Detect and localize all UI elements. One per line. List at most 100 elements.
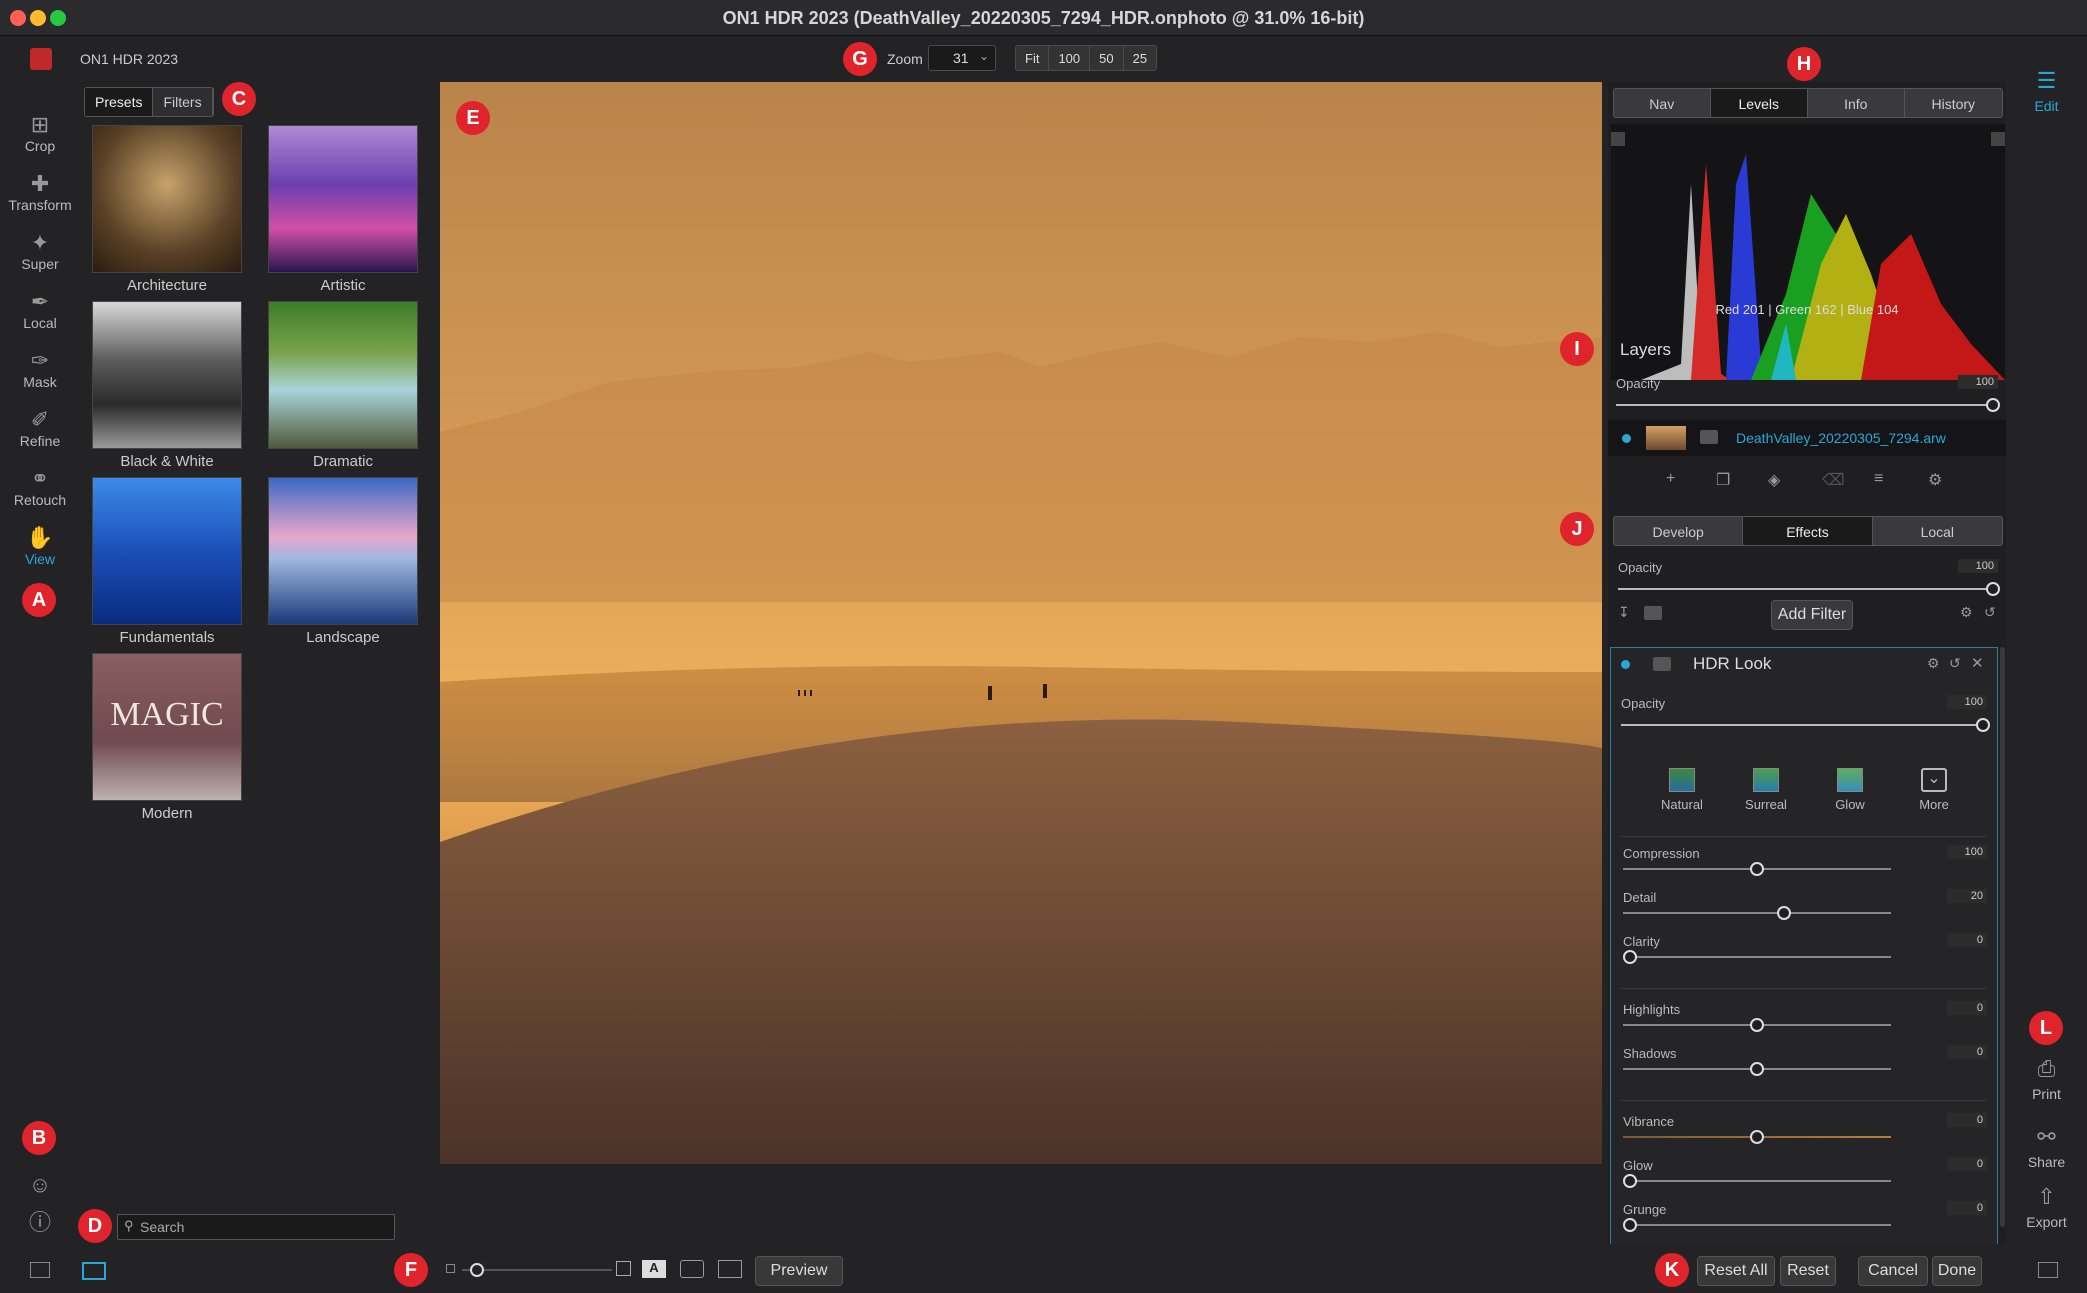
reset-all-button[interactable]: Reset All [1697, 1256, 1775, 1286]
reset-button[interactable]: Reset [1780, 1256, 1836, 1286]
compare-view-icon[interactable] [718, 1260, 742, 1278]
look-surreal[interactable]: Surreal [1735, 768, 1797, 812]
look-natural[interactable]: Natural [1651, 768, 1713, 812]
share-button[interactable]: ⚯ Share [2006, 1124, 2087, 1170]
add-filter-button[interactable]: Add Filter [1771, 600, 1853, 630]
zoom-100-button[interactable]: 100 [1049, 46, 1091, 70]
slider-knob[interactable] [1623, 1218, 1637, 1232]
highlight-clip-icon[interactable] [1991, 132, 2005, 146]
tab-info[interactable]: Info [1808, 89, 1905, 117]
slider-value[interactable]: 0 [1947, 933, 1987, 947]
look-more[interactable]: ⌄ More [1903, 768, 1965, 812]
tool-view[interactable]: ✋ View [0, 525, 80, 567]
slider-value[interactable]: 0 [1947, 1113, 1987, 1127]
filter-opacity-track[interactable] [1621, 724, 1986, 726]
tab-develop[interactable]: Develop [1614, 517, 1744, 545]
effects-opacity-value[interactable]: 100 [1958, 559, 1998, 573]
tool-crop[interactable]: ⊞ Crop [0, 112, 80, 154]
tab-local[interactable]: Local [1873, 517, 2002, 545]
tab-presets[interactable]: Presets [85, 88, 154, 116]
slider-knob[interactable] [1750, 1062, 1764, 1076]
slider-knob[interactable] [1750, 1018, 1764, 1032]
tool-refine[interactable]: ✐ Refine [0, 407, 80, 449]
help-button[interactable]: ⓘ [0, 1210, 80, 1236]
save-preset-icon[interactable]: ↧ [1618, 604, 1630, 621]
panel-scrollbar[interactable] [2000, 647, 2005, 1227]
layer-row[interactable]: DeathValley_20220305_7294.arw [1608, 420, 2006, 456]
slider-value[interactable]: 0 [1947, 1157, 1987, 1171]
filter-visibility-icon[interactable] [1621, 660, 1630, 669]
slider-knob[interactable] [1750, 862, 1764, 876]
effects-mask-icon[interactable] [1644, 606, 1662, 620]
visibility-dot-icon[interactable] [1622, 434, 1631, 443]
preset-artistic[interactable]: Artistic [268, 125, 418, 294]
slider-track[interactable] [1623, 1180, 1891, 1182]
tool-mask[interactable]: ✑ Mask [0, 348, 80, 390]
shadow-clip-icon[interactable] [1611, 132, 1625, 146]
export-button[interactable]: ⇧ Export [2006, 1184, 2087, 1230]
done-button[interactable]: Done [1932, 1256, 1982, 1286]
slider-value[interactable]: 0 [1947, 1045, 1987, 1059]
duplicate-layer-icon[interactable]: ❐ [1716, 470, 1730, 490]
zoom-select[interactable]: 31 ⌄ [928, 45, 996, 71]
preset-search-input[interactable]: ⚲ Search [117, 1214, 395, 1240]
tab-filters[interactable]: Filters [153, 88, 213, 116]
preset-landscape[interactable]: Landscape [268, 477, 418, 646]
tool-local[interactable]: ✒ Local [0, 289, 80, 331]
effects-reset-icon[interactable]: ↺ [1984, 604, 1996, 621]
filter-opacity-value[interactable]: 100 [1947, 695, 1987, 709]
tool-super[interactable]: ✦ Super [0, 230, 80, 272]
effects-opacity-knob[interactable] [1986, 582, 2000, 596]
print-button[interactable]: ⎙ Print [2006, 1056, 2087, 1102]
effects-settings-icon[interactable]: ⚙ [1960, 604, 1973, 621]
layers-opacity-track[interactable] [1616, 404, 1996, 406]
overlay-icon[interactable]: A [642, 1260, 666, 1278]
slider-track[interactable] [1623, 956, 1891, 958]
slider-knob[interactable] [1750, 1130, 1764, 1144]
toggle-right-panel-icon[interactable] [2038, 1262, 2058, 1278]
layers-opacity-knob[interactable] [1986, 398, 2000, 412]
preset-modern[interactable]: MAGIC Modern [92, 653, 242, 822]
slider-track[interactable] [1623, 912, 1891, 914]
filter-reset-icon[interactable]: ↺ [1949, 655, 1961, 672]
look-glow[interactable]: Glow [1819, 768, 1881, 812]
preset-architecture[interactable]: Architecture [92, 125, 242, 294]
slider-value[interactable]: 20 [1947, 889, 1987, 903]
slider-track[interactable] [1623, 1224, 1891, 1226]
mask-icon[interactable] [1700, 430, 1718, 444]
preview-button[interactable]: Preview [755, 1256, 843, 1286]
merge-layers-icon[interactable]: ≡ [1874, 470, 1883, 488]
slider-value[interactable]: 100 [1947, 845, 1987, 859]
slider-value[interactable]: 0 [1947, 1001, 1987, 1015]
edit-module-button[interactable]: ☰ Edit [2006, 68, 2087, 114]
slider-value[interactable]: 0 [1947, 1201, 1987, 1215]
delete-layer-icon[interactable]: ⌫ [1822, 470, 1845, 490]
layers-opacity-value[interactable]: 100 [1958, 375, 1998, 389]
slider-knob[interactable] [1623, 1174, 1637, 1188]
account-button[interactable]: ☺ [0, 1172, 80, 1198]
thumb-size-knob[interactable] [470, 1263, 484, 1277]
toggle-browser-icon[interactable] [82, 1262, 106, 1280]
fill-layer-icon[interactable]: ◈ [1768, 470, 1780, 490]
tab-effects[interactable]: Effects [1743, 517, 1873, 545]
thumb-size-track[interactable] [462, 1269, 612, 1271]
mask-view-icon[interactable] [680, 1260, 704, 1278]
layer-settings-icon[interactable]: ⚙ [1928, 470, 1942, 490]
zoom-fit-button[interactable]: Fit [1016, 46, 1050, 70]
image-canvas[interactable] [440, 82, 1602, 1164]
filter-settings-icon[interactable]: ⚙ [1927, 655, 1940, 672]
preset-fundamentals[interactable]: Fundamentals [92, 477, 242, 646]
cancel-button[interactable]: Cancel [1858, 1256, 1928, 1286]
tool-retouch[interactable]: ⚭ Retouch [0, 466, 80, 508]
zoom-50-button[interactable]: 50 [1090, 46, 1124, 70]
preset-dramatic[interactable]: Dramatic [268, 301, 418, 470]
tab-history[interactable]: History [1905, 89, 2003, 117]
filter-opacity-knob[interactable] [1976, 718, 1990, 732]
preset-black-white[interactable]: Black & White [92, 301, 242, 470]
slider-knob[interactable] [1777, 906, 1791, 920]
tab-nav[interactable]: Nav [1614, 89, 1711, 117]
filter-close-icon[interactable]: ✕ [1971, 654, 1984, 672]
tool-transform[interactable]: ✚ Transform [0, 171, 80, 213]
add-layer-icon[interactable]: + [1666, 470, 1675, 488]
tab-levels[interactable]: Levels [1710, 89, 1808, 117]
